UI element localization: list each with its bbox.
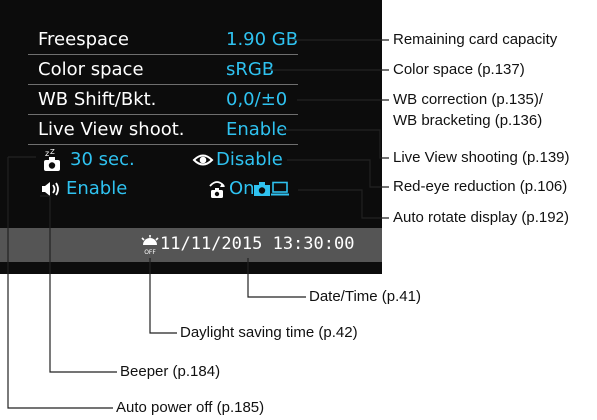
callout-red-eye: Red-eye reduction (p.106): [393, 178, 568, 195]
leader-auto-rotate: [298, 189, 389, 219]
leader-auto-power-off: [7, 157, 113, 409]
callout-daylight-saving: Daylight saving time (p.42): [180, 324, 358, 341]
callout-remaining-capacity: Remaining card capacity: [393, 31, 558, 48]
leader-daylight-saving: [149, 258, 177, 334]
callout-live-view: Live View shooting (p.139): [393, 149, 570, 166]
callout-color-space: Color space (p.137): [393, 61, 525, 78]
leader-live-view: [283, 129, 389, 159]
callout-wb-correction: WB correction (p.135)/: [393, 91, 544, 108]
leader-red-eye: [287, 159, 389, 188]
callout-beeper: Beeper (p.184): [120, 363, 221, 380]
leader-beeper: [49, 196, 117, 373]
callout-wb-bracketing: WB bracketing (p.136): [393, 112, 543, 129]
callout-auto-rotate: Auto rotate display (p.192): [393, 209, 569, 226]
leader-date-time: [247, 258, 306, 298]
callout-auto-power-off: Auto power off (p.185): [116, 399, 265, 416]
callout-date-time: Date/Time (p.41): [309, 288, 421, 305]
